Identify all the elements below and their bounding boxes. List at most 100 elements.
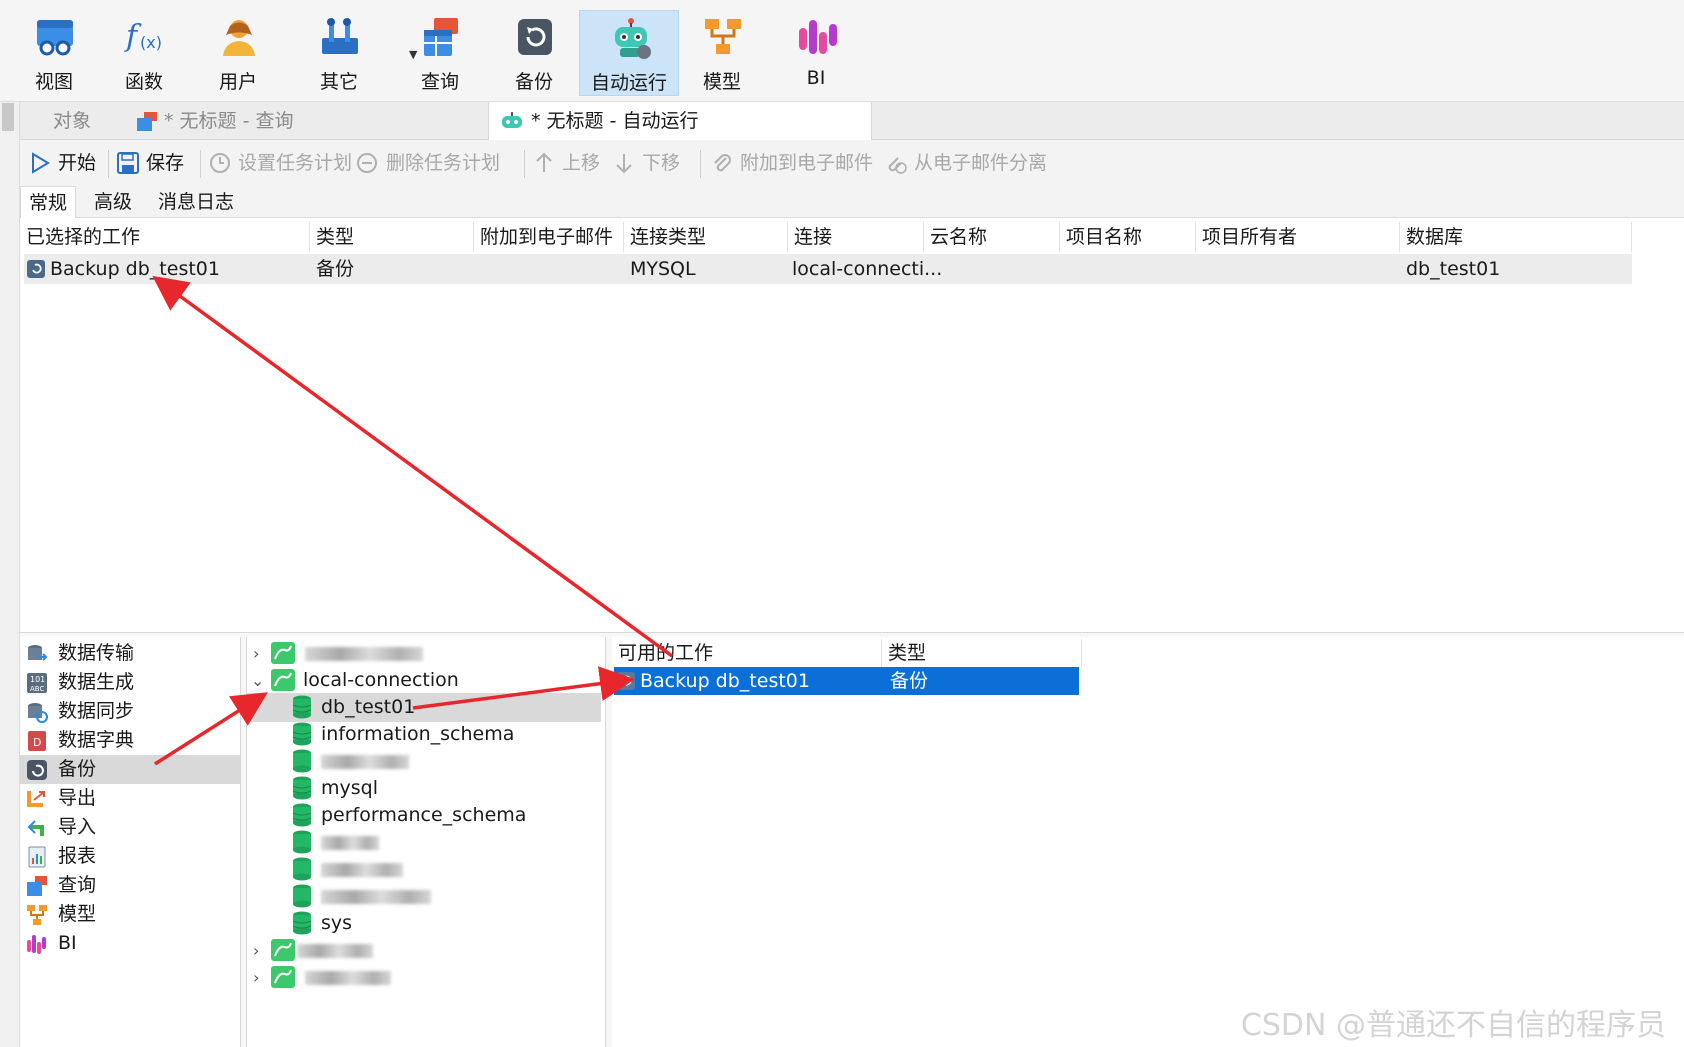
- ribbon-other-button[interactable]: 其它: [289, 10, 389, 96]
- chevron-right-icon[interactable]: ›: [253, 936, 267, 965]
- table-row[interactable]: Backup db_test01 备份: [614, 667, 1079, 695]
- column-header-label: 可用的工作: [618, 642, 714, 664]
- category-export[interactable]: 导出: [20, 784, 240, 813]
- tree-connection-obscured[interactable]: ›: [247, 639, 605, 668]
- available-jobs-table: 可用的工作 类型 Backup db_test01 备份: [612, 637, 1684, 1047]
- database-icon: [293, 830, 311, 854]
- column-header-available-type[interactable]: 类型: [882, 639, 1082, 667]
- tree-database-sys[interactable]: sys: [247, 909, 605, 938]
- category-backup[interactable]: 备份: [20, 755, 240, 784]
- database-icon: [292, 722, 312, 746]
- chevron-right-icon[interactable]: ›: [253, 639, 267, 668]
- tree-database-obscured[interactable]: [247, 855, 605, 884]
- tab-message-log[interactable]: 消息日志: [150, 186, 242, 218]
- move-down-label: 下移: [642, 152, 681, 174]
- column-header-job[interactable]: 已选择的工作: [20, 222, 310, 252]
- tab-automation[interactable]: * 无标题 - 自动运行: [488, 102, 872, 140]
- data-transfer-icon: [28, 645, 48, 661]
- gutter-splitter-handle[interactable]: [2, 103, 14, 131]
- backup-icon: [27, 260, 45, 278]
- model-icon: [27, 905, 47, 925]
- arrow-up-icon: [536, 152, 552, 172]
- database-icon: [293, 749, 311, 773]
- ribbon-automation-button[interactable]: 自动运行: [579, 10, 679, 96]
- set-schedule-button[interactable]: 设置任务计划: [208, 148, 352, 178]
- arrow-down-icon: [616, 154, 632, 174]
- svg-text:101: 101: [30, 675, 45, 684]
- category-import[interactable]: 导入: [20, 813, 240, 842]
- selected-jobs-table: 已选择的工作 类型 附加到电子邮件 连接类型 连接 云名称 项目名称 项目所有者…: [20, 220, 1684, 632]
- database-icon: [293, 857, 311, 881]
- tree-database-obscured[interactable]: [247, 828, 605, 857]
- category-label: 数据同步: [58, 700, 135, 722]
- category-bi[interactable]: BI: [20, 929, 240, 958]
- ribbon-model-button[interactable]: 模型: [672, 10, 772, 96]
- column-header-database[interactable]: 数据库: [1400, 222, 1632, 252]
- move-down-button[interactable]: 下移: [612, 148, 680, 178]
- move-up-button[interactable]: 上移: [532, 148, 600, 178]
- column-header-email[interactable]: 附加到电子邮件: [474, 222, 624, 252]
- tree-connection-local[interactable]: ⌄ local-connection: [247, 666, 605, 695]
- category-model[interactable]: 模型: [20, 900, 240, 929]
- category-report[interactable]: 报表: [20, 842, 240, 871]
- available-job-name-cell: Backup db_test01: [640, 670, 810, 692]
- job-connection-cell: local-connecti...: [792, 258, 943, 280]
- tree-database-information-schema[interactable]: information_schema: [247, 720, 605, 749]
- column-header-label: 项目名称: [1066, 226, 1143, 248]
- settings-tab-bar: 常规 高级 消息日志: [20, 186, 1684, 218]
- tree-connection-obscured[interactable]: ›: [247, 936, 605, 965]
- save-button[interactable]: 保存: [116, 148, 184, 178]
- available-job-type-cell: 备份: [890, 670, 929, 692]
- tree-database-obscured[interactable]: [247, 747, 605, 776]
- robot-icon: [502, 112, 522, 128]
- detach-email-button[interactable]: 从电子邮件分离: [884, 148, 1047, 178]
- category-data-sync[interactable]: 数据同步: [20, 697, 240, 726]
- move-up-label: 上移: [562, 152, 601, 174]
- tree-connection-obscured[interactable]: ›: [247, 963, 605, 992]
- connection-name: local-connection: [303, 669, 459, 691]
- tree-database-db-test01[interactable]: db_test01: [247, 693, 601, 722]
- start-button[interactable]: 开始: [28, 148, 96, 178]
- mysql-connection-icon: [271, 966, 295, 988]
- data-dictionary-icon: D: [28, 731, 46, 751]
- chevron-down-icon[interactable]: ⌄: [251, 666, 265, 695]
- category-label: 模型: [58, 903, 97, 925]
- chevron-right-icon[interactable]: ›: [253, 963, 267, 992]
- column-header-cloud[interactable]: 云名称: [924, 222, 1060, 252]
- table-row[interactable]: Backup db_test01 备份 MYSQL local-connecti…: [24, 254, 1632, 284]
- tree-database-performance-schema[interactable]: performance_schema: [247, 801, 605, 830]
- tab-query[interactable]: * 无标题 - 查询: [126, 102, 486, 140]
- ribbon-query-button[interactable]: 查询: [390, 10, 490, 96]
- tree-database-obscured[interactable]: [247, 882, 605, 911]
- category-data-transfer[interactable]: 数据传输: [20, 639, 240, 668]
- column-header-project[interactable]: 项目名称: [1060, 222, 1196, 252]
- database-name: sys: [321, 912, 353, 934]
- ribbon-backup-button[interactable]: 备份: [484, 10, 584, 96]
- column-header-label: 类型: [316, 226, 355, 248]
- delete-schedule-button[interactable]: 删除任务计划: [356, 148, 500, 178]
- tab-objects[interactable]: 对象: [20, 102, 124, 140]
- redacted-text: [321, 863, 403, 877]
- column-header-connection[interactable]: 连接: [788, 222, 924, 252]
- column-header-owner[interactable]: 项目所有者: [1196, 222, 1400, 252]
- bi-icon: [799, 20, 837, 54]
- ribbon-user-button[interactable]: 用户: [188, 10, 288, 96]
- tab-general[interactable]: 常规: [20, 186, 77, 218]
- column-header-available-job[interactable]: 可用的工作: [612, 639, 882, 667]
- column-header-connection-type[interactable]: 连接类型: [624, 222, 788, 252]
- category-data-dictionary[interactable]: D 数据字典: [20, 726, 240, 755]
- tree-database-mysql[interactable]: mysql: [247, 774, 605, 803]
- backup-icon: [617, 672, 635, 690]
- tab-advanced[interactable]: 高级: [86, 186, 140, 218]
- column-header-type[interactable]: 类型: [310, 222, 474, 252]
- category-data-generation[interactable]: 101 ABC 数据生成: [20, 668, 240, 697]
- toolbar-separator: [200, 150, 201, 178]
- attach-email-button[interactable]: 附加到电子邮件: [710, 148, 873, 178]
- ribbon-function-button[interactable]: f (x) 函数: [94, 10, 194, 96]
- function-icon: f (x): [124, 19, 162, 54]
- ribbon-bi-button[interactable]: BI: [766, 10, 866, 96]
- left-gutter: [0, 102, 20, 1047]
- ribbon-view-button[interactable]: 视图: [4, 10, 104, 96]
- category-query[interactable]: 查询: [20, 871, 240, 900]
- mysql-connection-icon: [271, 669, 295, 691]
